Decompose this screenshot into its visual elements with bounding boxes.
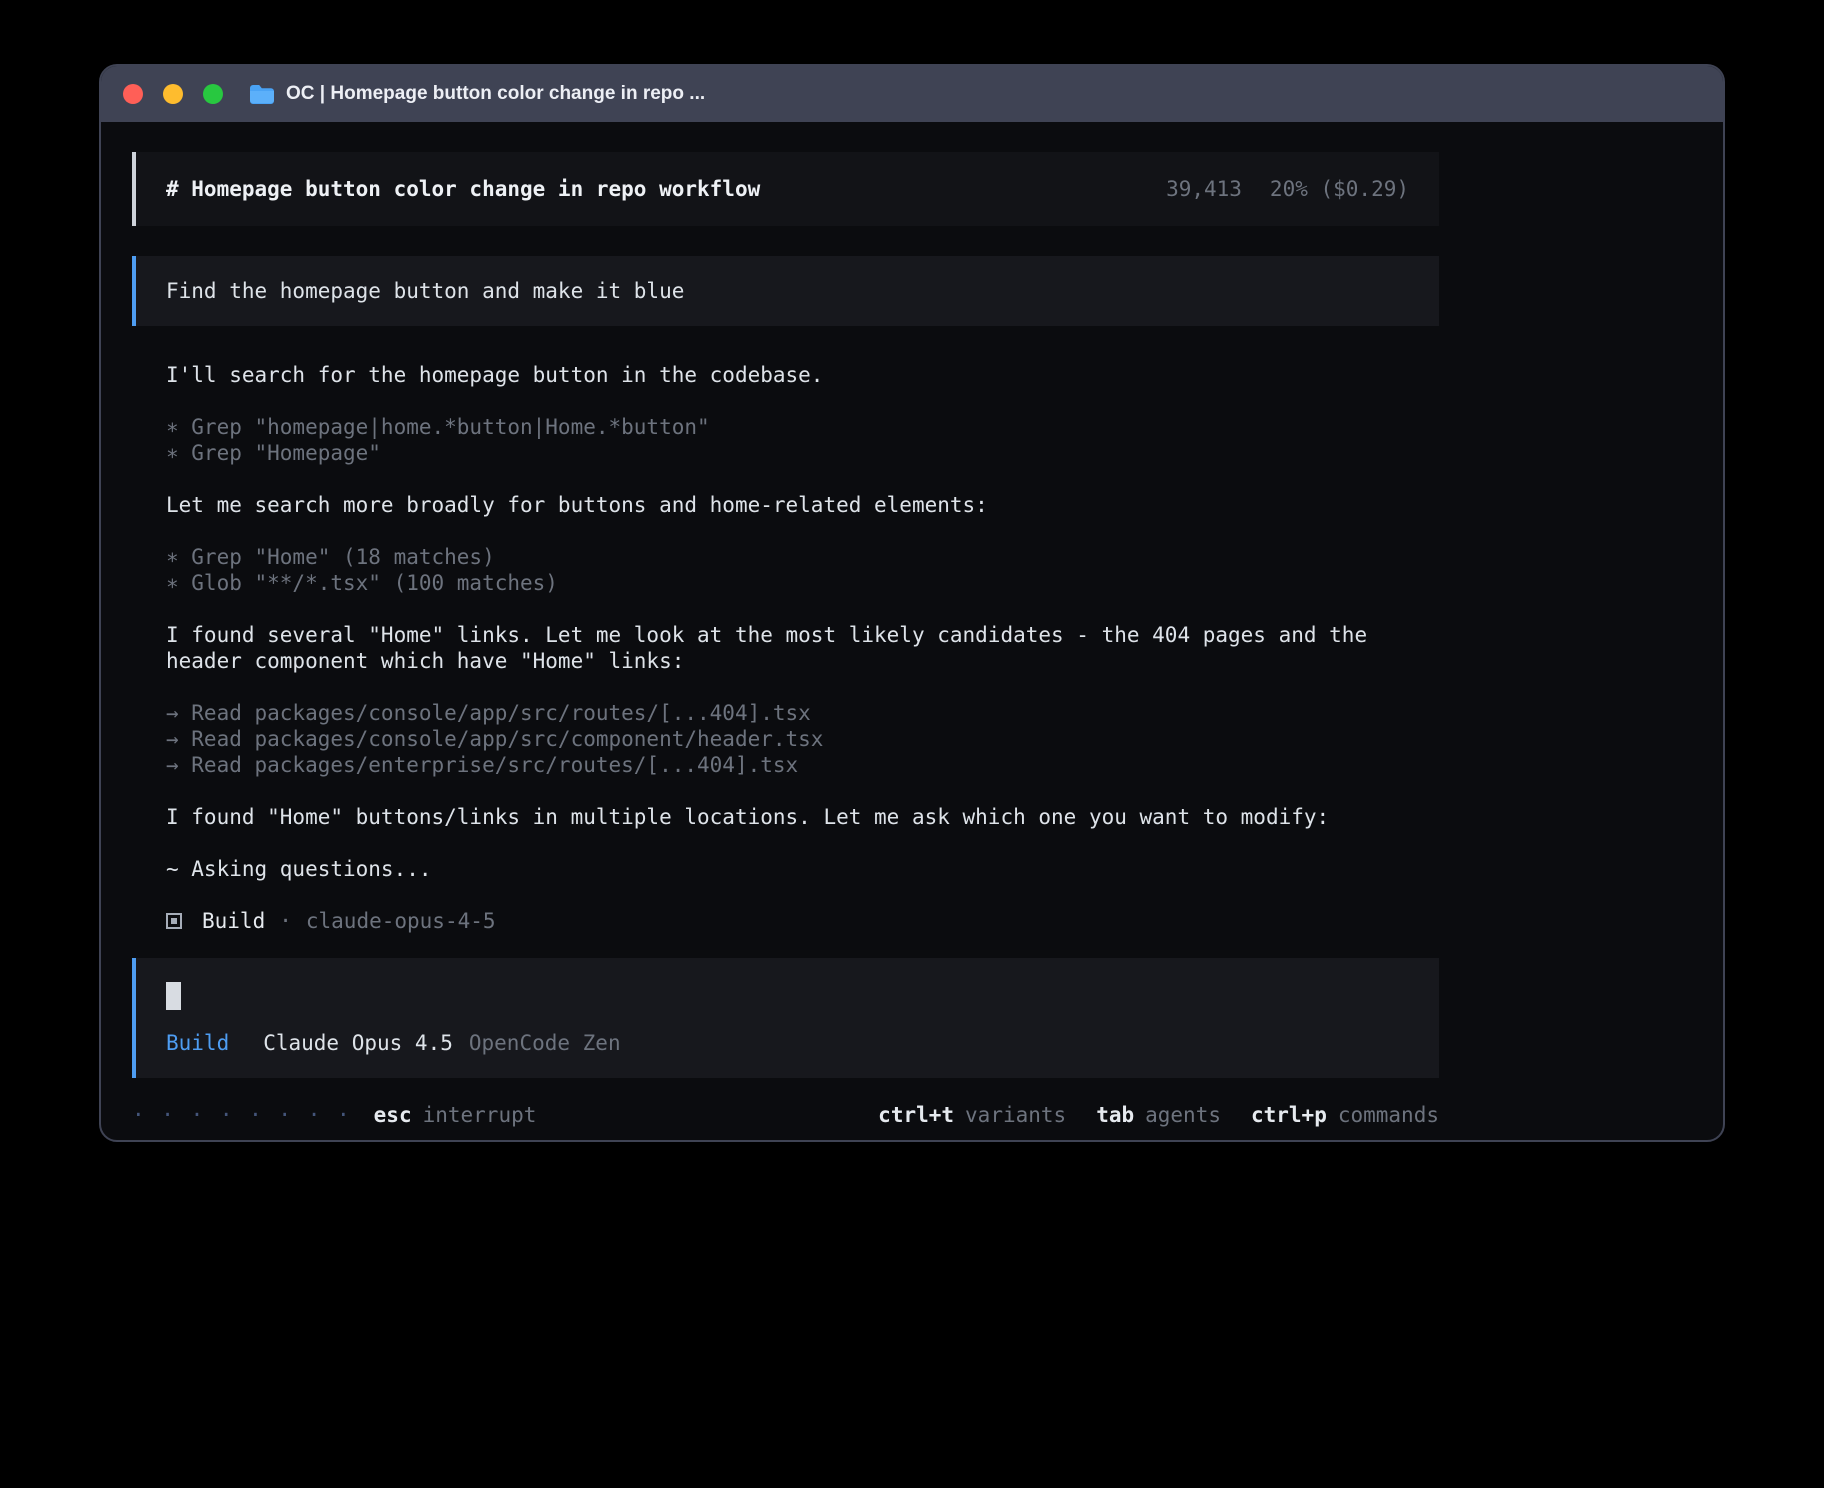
- status-left: · · · · · · · · esc interrupt: [132, 1102, 536, 1128]
- terminal-window: OC | Homepage button color change in rep…: [99, 64, 1725, 1142]
- tool-call-read: → Read packages/console/app/src/routes/[…: [166, 700, 1439, 726]
- tool-call-grep: ∗ Grep "homepage|home.*button|Home.*butt…: [166, 414, 1439, 440]
- tool-call-grep: ∗ Grep "Home" (18 matches): [166, 544, 1439, 570]
- hint-label: interrupt: [423, 1102, 537, 1128]
- model-row: Build Claude Opus 4.5 OpenCode Zen: [166, 1030, 1409, 1056]
- square-in-square-icon: [166, 913, 182, 929]
- agent-status-line: Build · claude-opus-4-5: [166, 908, 1439, 934]
- text-cursor: [166, 982, 181, 1010]
- status-bar: · · · · · · · · esc interrupt ctrl+t var…: [132, 1102, 1439, 1128]
- token-count: 39,413: [1166, 176, 1242, 202]
- progress-dots: · · · · · · · ·: [132, 1102, 352, 1128]
- hint-label: commands: [1338, 1102, 1439, 1128]
- session-stats: 39,413 20% ($0.29): [1166, 176, 1409, 202]
- close-button[interactable]: [123, 84, 143, 104]
- hint-key: ctrl+t: [878, 1102, 954, 1128]
- assistant-text: Let me search more broadly for buttons a…: [166, 492, 1439, 518]
- user-message: Find the homepage button and make it blu…: [132, 256, 1439, 326]
- agent-separator: ·: [279, 908, 292, 934]
- input-model-label[interactable]: Claude Opus 4.5: [263, 1030, 453, 1056]
- tool-call-read: → Read packages/console/app/src/componen…: [166, 726, 1439, 752]
- hint-agents: tab agents: [1096, 1102, 1221, 1128]
- tool-call-grep: ∗ Grep "Homepage": [166, 440, 1439, 466]
- tool-call-group: ∗ Grep "Home" (18 matches) ∗ Glob "**/*.…: [166, 544, 1439, 596]
- assistant-text: I found several "Home" links. Let me loo…: [166, 622, 1439, 674]
- agent-model: claude-opus-4-5: [306, 908, 496, 934]
- prompt-input[interactable]: Build Claude Opus 4.5 OpenCode Zen: [132, 958, 1439, 1078]
- assistant-text: I'll search for the homepage button in t…: [166, 362, 1439, 388]
- hint-key: ctrl+p: [1251, 1102, 1327, 1128]
- window-title: OC | Homepage button color change in rep…: [286, 83, 705, 105]
- hint-variants: ctrl+t variants: [878, 1102, 1066, 1128]
- hint-label: variants: [965, 1102, 1066, 1128]
- input-provider-label: OpenCode Zen: [469, 1030, 621, 1056]
- session-title: # Homepage button color change in repo w…: [166, 176, 760, 202]
- hint-key: tab: [1096, 1102, 1134, 1128]
- context-cost: 20% ($0.29): [1270, 176, 1409, 202]
- tool-call-read: → Read packages/enterprise/src/routes/[.…: [166, 752, 1439, 778]
- titlebar-title-group: OC | Homepage button color change in rep…: [249, 83, 705, 105]
- minimize-button[interactable]: [163, 84, 183, 104]
- window-titlebar[interactable]: OC | Homepage button color change in rep…: [101, 66, 1723, 122]
- tool-call-group: → Read packages/console/app/src/routes/[…: [166, 700, 1439, 778]
- assistant-status-text: ~ Asking questions...: [166, 856, 1439, 882]
- assistant-text: I found "Home" buttons/links in multiple…: [166, 804, 1439, 830]
- tool-call-group: ∗ Grep "homepage|home.*button|Home.*butt…: [166, 414, 1439, 466]
- hint-commands: ctrl+p commands: [1251, 1102, 1439, 1128]
- input-agent-label[interactable]: Build: [166, 1030, 229, 1056]
- traffic-lights: [117, 84, 223, 104]
- zoom-button[interactable]: [203, 84, 223, 104]
- tool-call-glob: ∗ Glob "**/*.tsx" (100 matches): [166, 570, 1439, 596]
- user-message-text: Find the homepage button and make it blu…: [166, 279, 684, 303]
- hint-key: esc: [374, 1102, 412, 1128]
- status-right: ctrl+t variants tab agents ctrl+p comman…: [878, 1102, 1439, 1128]
- hint-label: agents: [1145, 1102, 1221, 1128]
- agent-name: Build: [202, 908, 265, 934]
- hint-interrupt: esc interrupt: [374, 1102, 537, 1128]
- folder-icon: [249, 84, 275, 104]
- session-header: # Homepage button color change in repo w…: [132, 152, 1439, 226]
- terminal-content: # Homepage button color change in repo w…: [101, 122, 1439, 1128]
